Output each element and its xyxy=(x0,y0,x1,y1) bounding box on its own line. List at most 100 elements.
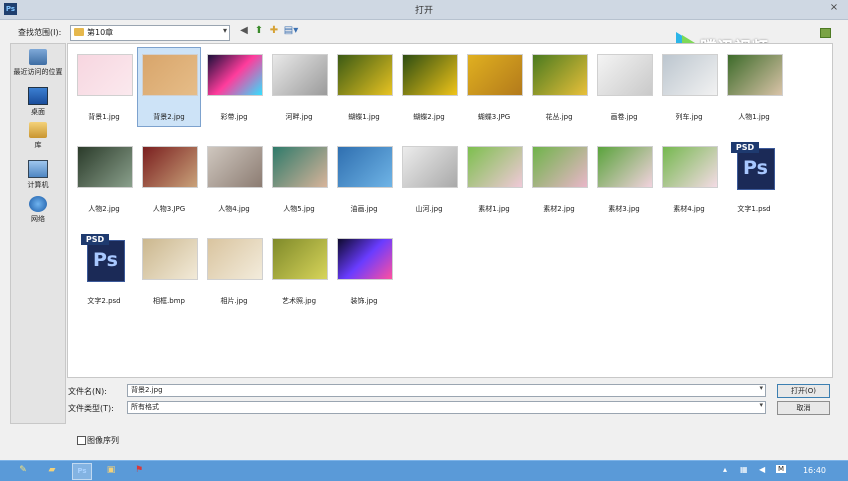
sidebar-item-network[interactable]: 网络 xyxy=(11,196,65,224)
ime-indicator[interactable]: M xyxy=(776,465,787,473)
look-in-select[interactable]: 第10章 ▾ xyxy=(70,25,230,41)
thumbnail xyxy=(272,146,328,188)
thumbnail xyxy=(597,54,653,96)
pencil-icon[interactable]: ✎ xyxy=(14,463,32,478)
file-name: 装饰.jpg xyxy=(350,297,378,305)
thumbnail xyxy=(597,146,653,188)
file-item[interactable]: 花丛.jpg xyxy=(528,48,590,126)
file-item[interactable]: PSD Ps 文字2.psd xyxy=(73,232,135,310)
file-name: 背景2.jpg xyxy=(153,113,185,121)
file-item[interactable]: 河畔.jpg xyxy=(268,48,330,126)
file-item[interactable]: 画卷.jpg xyxy=(593,48,655,126)
file-name: 河畔.jpg xyxy=(285,113,313,121)
file-item[interactable]: 人物3.JPG xyxy=(138,140,200,218)
chevron-down-icon[interactable]: ▾ xyxy=(223,26,227,35)
places-sidebar: 最近访问的位置 桌面 库 计算机 网络 xyxy=(10,43,66,424)
file-name: 彩带.jpg xyxy=(220,113,248,121)
file-name: 文字1.psd xyxy=(737,205,771,213)
folder-icon xyxy=(74,28,84,36)
tray-arrow-icon[interactable]: ▴ xyxy=(723,465,727,474)
filetype-select[interactable]: 所有格式 ▾ xyxy=(127,401,766,414)
thumbnail xyxy=(402,146,458,188)
sidebar-item-label: 桌面 xyxy=(31,108,45,116)
thumbnail xyxy=(337,54,393,96)
file-name: 人物3.JPG xyxy=(152,205,186,213)
file-item[interactable]: 装饰.jpg xyxy=(333,232,395,310)
thumbnail xyxy=(467,146,523,188)
file-item[interactable]: 背景2.jpg xyxy=(137,47,201,127)
file-item[interactable]: 素材4.jpg xyxy=(658,140,720,218)
psd-file-icon: PSD Ps xyxy=(731,142,775,194)
filename-input[interactable]: 背景2.jpg ▾ xyxy=(127,384,766,397)
window-title: 打开 xyxy=(414,6,433,16)
thumbnail xyxy=(337,146,393,188)
image-sequence-checkbox[interactable] xyxy=(77,436,86,445)
new-folder-icon[interactable]: ✚ xyxy=(268,25,280,37)
file-name: 相框.bmp xyxy=(153,297,185,305)
sidebar-item-computer[interactable]: 计算机 xyxy=(11,160,65,190)
network-icon xyxy=(29,196,47,212)
volume-icon[interactable]: ◀ xyxy=(759,465,765,474)
file-item[interactable]: 油画.jpg xyxy=(333,140,395,218)
back-icon[interactable]: ◀ xyxy=(238,25,250,37)
view-menu-icon[interactable]: ▤▾ xyxy=(283,25,299,37)
file-name: 花丛.jpg xyxy=(545,113,573,121)
flag-icon[interactable]: ⚑ xyxy=(130,463,148,478)
sidebar-item-desktop[interactable]: 桌面 xyxy=(11,87,65,117)
file-item[interactable]: 相框.bmp xyxy=(138,232,200,310)
file-item[interactable]: 人物2.jpg xyxy=(73,140,135,218)
thumbnail xyxy=(467,54,523,96)
file-name: 人物5.jpg xyxy=(283,205,315,213)
thumbnail xyxy=(77,54,133,96)
thumbnail xyxy=(207,146,263,188)
psd-tag: PSD xyxy=(731,142,759,153)
file-list[interactable]: 背景1.jpg 背景2.jpg 彩带.jpg 河畔.jpg 蝴蝶1.jpg 蝴蝶2.jpg… xyxy=(67,43,833,378)
recent-places-icon xyxy=(29,49,47,65)
file-item[interactable]: 背景1.jpg xyxy=(73,48,135,126)
folder-icon[interactable]: ▰ xyxy=(43,463,61,478)
sidebar-item-libraries[interactable]: 库 xyxy=(11,122,65,150)
filename-label: 文件名(N): xyxy=(68,387,107,396)
file-name: 相片.jpg xyxy=(220,297,248,305)
network-tray-icon[interactable]: ▦ xyxy=(740,465,748,474)
sidebar-item-label: 库 xyxy=(34,141,42,149)
file-item[interactable]: 素材3.jpg xyxy=(593,140,655,218)
explorer-icon[interactable]: ▣ xyxy=(102,463,120,478)
file-item[interactable]: 素材2.jpg xyxy=(528,140,590,218)
file-item[interactable]: 相片.jpg xyxy=(203,232,265,310)
file-item[interactable]: 彩带.jpg xyxy=(203,48,265,126)
file-item[interactable]: 山河.jpg xyxy=(398,140,460,218)
close-icon[interactable]: × xyxy=(826,1,842,15)
file-name: 素材4.jpg xyxy=(673,205,705,213)
file-item[interactable]: 人物4.jpg xyxy=(203,140,265,218)
file-name: 素材3.jpg xyxy=(608,205,640,213)
filetype-value: 所有格式 xyxy=(131,403,159,411)
file-item[interactable]: 蝴蝶3.JPG xyxy=(463,48,525,126)
file-item[interactable]: 蝴蝶2.jpg xyxy=(398,48,460,126)
file-item[interactable]: 人物1.jpg xyxy=(723,48,785,126)
thumbnail xyxy=(142,146,198,188)
file-item[interactable]: 蝴蝶1.jpg xyxy=(333,48,395,126)
file-item[interactable]: 素材1.jpg xyxy=(463,140,525,218)
sidebar-item-label: 计算机 xyxy=(27,181,49,189)
create-folder-icon[interactable] xyxy=(820,28,831,38)
file-item[interactable]: 艺术照.jpg xyxy=(268,232,330,310)
thumbnail xyxy=(77,146,133,188)
look-in-value: 第10章 xyxy=(87,28,114,37)
thumbnail xyxy=(272,238,328,280)
up-folder-icon[interactable]: ⬆ xyxy=(253,25,265,37)
file-name: 素材2.jpg xyxy=(543,205,575,213)
thumbnail xyxy=(272,54,328,96)
cancel-button[interactable]: 取消 xyxy=(777,401,830,415)
file-item[interactable]: PSD Ps 文字1.psd xyxy=(723,140,785,218)
chevron-down-icon[interactable]: ▾ xyxy=(759,401,763,409)
file-item[interactable]: 人物5.jpg xyxy=(268,140,330,218)
open-button[interactable]: 打开(O) xyxy=(777,384,830,398)
photoshop-taskbar-icon[interactable]: Ps xyxy=(72,463,92,480)
taskbar: ✎ ▰ Ps ▣ ⚑ ▴ ▦ ◀ M 16:40 xyxy=(0,460,848,481)
chevron-down-icon[interactable]: ▾ xyxy=(759,384,763,392)
file-item[interactable]: 列车.jpg xyxy=(658,48,720,126)
sidebar-item-recent[interactable]: 最近访问的位置 xyxy=(11,49,65,77)
thumbnail xyxy=(532,146,588,188)
file-name: 人物2.jpg xyxy=(88,205,120,213)
